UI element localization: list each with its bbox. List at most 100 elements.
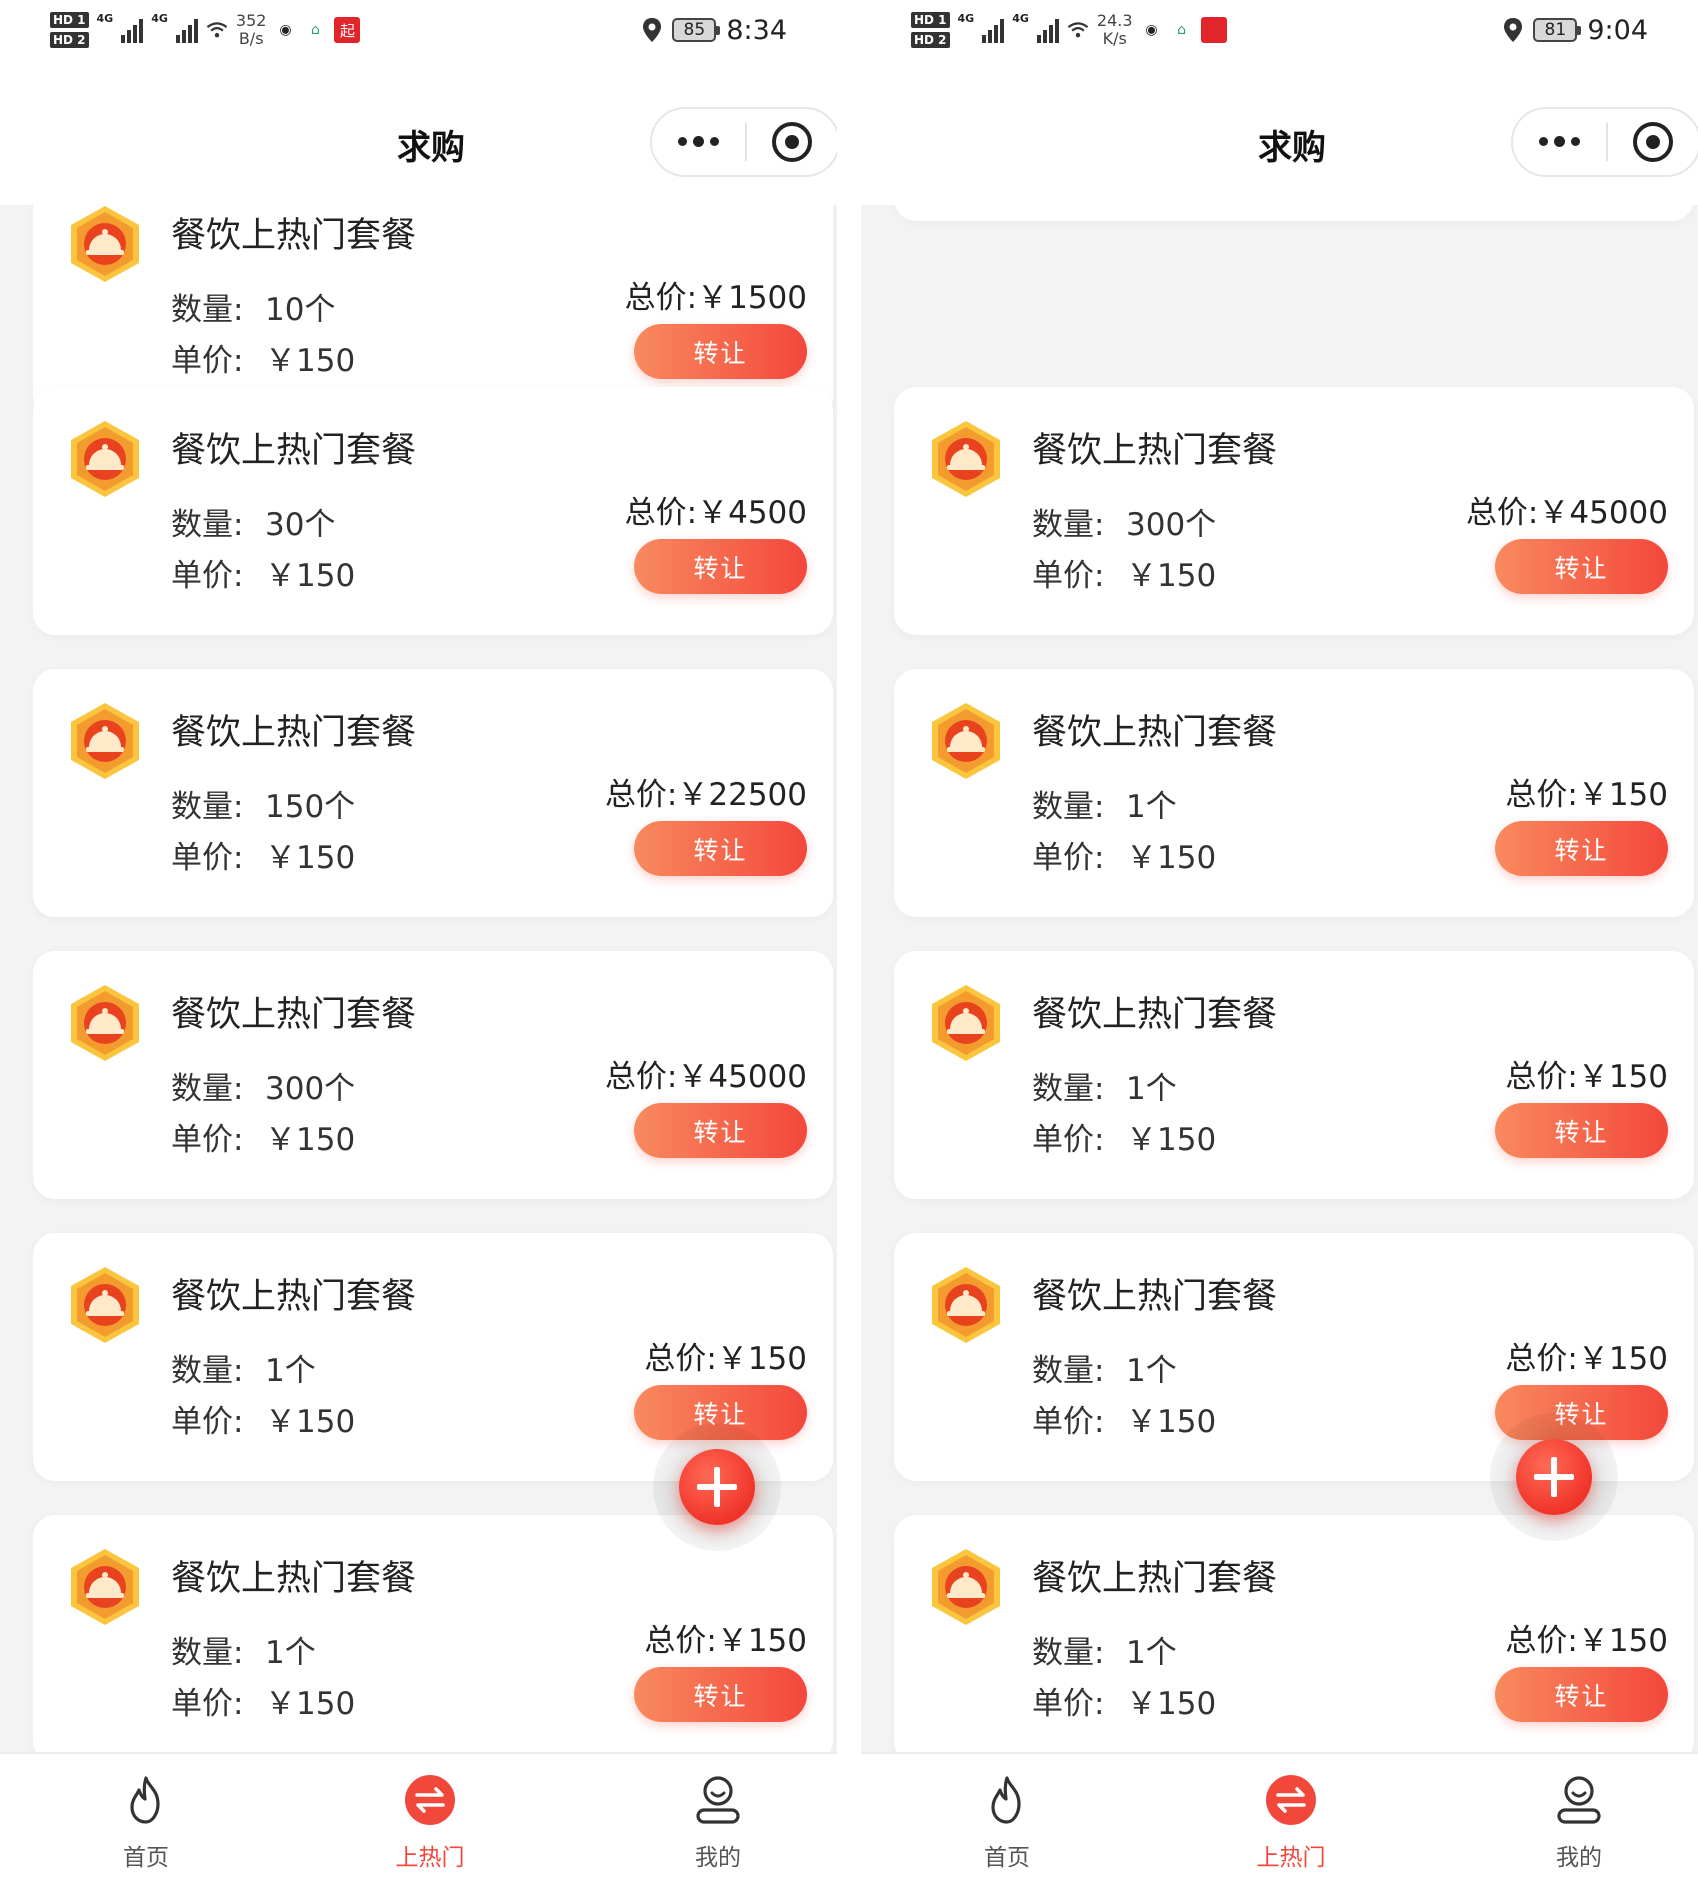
card-unit-price: 单价: ￥150: [1032, 1404, 1217, 1440]
location-icon: [1504, 18, 1523, 42]
food-cloche-badge-icon: [71, 421, 139, 497]
card-quantity: 数量: 1个: [1032, 1071, 1177, 1107]
fab-container: [1490, 1413, 1618, 1541]
card-quantity: 数量: 10个: [171, 292, 336, 328]
tab-mine[interactable]: 我的: [638, 1772, 798, 1872]
tab-hot-label: 上热门: [395, 1845, 465, 1871]
transfer-button[interactable]: 转让: [1495, 1667, 1668, 1722]
card-total-price: 总价:￥150: [1505, 1341, 1668, 1377]
transfer-button[interactable]: 转让: [1495, 539, 1668, 594]
tab-home-label: 首页: [984, 1845, 1030, 1871]
card-title: 餐饮上热门套餐: [171, 216, 417, 256]
signal-icon-2: [175, 17, 198, 43]
card-total-price: 总价:￥150: [644, 1341, 807, 1377]
purchase-card: 餐饮上热门套餐 数量: 300个 单价: ￥150 总价:￥45000 转让: [33, 951, 833, 1199]
flame-icon: [130, 1776, 160, 1824]
status-bar: HD 1 HD 2 4G 4G 352 B/s ◉ ⌂ 起 85 8:34: [0, 0, 837, 60]
card-total-price: 总价:￥4500: [624, 495, 807, 531]
home-app-icon: ⌂: [1177, 22, 1186, 38]
card-quantity: 数量: 1个: [1032, 1635, 1177, 1671]
hd2-label: HD 2: [50, 32, 89, 48]
card-total-price: 总价:￥1500: [624, 280, 807, 316]
hd1-label: HD 1: [50, 12, 89, 28]
tab-bar: 首页 上热门 我的: [0, 1752, 837, 1877]
card-total-price: 总价:￥150: [1505, 1623, 1668, 1659]
card-total-price: 总价:￥45000: [604, 1059, 807, 1095]
purchase-card: 餐饮上热门套餐 数量:150个 单价:￥150 总价:￥22500 转让: [33, 669, 833, 917]
purchase-card: 餐饮上热门套餐 数量: 1个 单价: ￥150 总价:￥150 转让: [894, 669, 1694, 917]
tab-hot[interactable]: 上热门: [1211, 1772, 1371, 1872]
more-icon[interactable]: [652, 136, 745, 147]
transfer-button[interactable]: 转让: [634, 1667, 807, 1722]
card-title: 餐饮上热门套餐: [171, 1277, 417, 1317]
network-type-label: 4G: [96, 12, 114, 25]
food-cloche-badge-icon: [932, 1549, 1000, 1625]
food-cloche-badge-icon: [71, 1267, 139, 1343]
status-bar: HD 1 HD 2 4G 4G 24.3 K/s ◉ ⌂ 81 9:04: [861, 0, 1698, 60]
network-type-label-2: 4G: [1012, 12, 1029, 25]
card-quantity: 数量: 300个: [1032, 507, 1217, 543]
add-plus-button[interactable]: [679, 1449, 755, 1525]
card-quantity: 数量: 30个: [171, 507, 336, 543]
card-title: 餐饮上热门套餐: [1032, 995, 1278, 1035]
hd-indicator: HD 1 HD 2: [50, 12, 89, 48]
network-type-label-2: 4G: [151, 12, 168, 25]
network-speed: 24.3 K/s: [1096, 11, 1133, 48]
card-quantity: 数量: 1个: [1032, 1353, 1177, 1389]
transfer-button[interactable]: 转让: [1495, 1103, 1668, 1158]
card-total-price: 总价:￥150: [1505, 1059, 1668, 1095]
transfer-button[interactable]: 转让: [634, 821, 807, 876]
card-quantity: 数量: 1个: [171, 1635, 316, 1671]
food-cloche-badge-icon: [71, 703, 139, 779]
card-title: 餐饮上热门套餐: [171, 1559, 417, 1599]
phone-screen-left: HD 1 HD 2 4G 4G 352B/s ◉ ⌂ 起 85 8:34 求购: [0, 0, 837, 1877]
wifi-icon: [206, 22, 228, 38]
phone-screen-right: HD 1 HD 2 4G 4G 24.3K/s ◉ ⌂ 81 9:04 求购: [861, 0, 1698, 1877]
hd1-label: HD 1: [911, 12, 950, 28]
transfer-button[interactable]: 转让: [634, 539, 807, 594]
tab-hot[interactable]: 上热门: [350, 1772, 510, 1872]
nav-header: 求购: [861, 60, 1698, 205]
shield-icon: ◉: [1145, 22, 1158, 38]
card-title: 餐饮上热门套餐: [171, 713, 417, 753]
add-plus-button[interactable]: [1516, 1439, 1592, 1515]
card-unit-price: 单价: ￥150: [171, 558, 356, 594]
tab-home-label: 首页: [123, 1845, 169, 1871]
card-total-price: 总价:￥45000: [1465, 495, 1668, 531]
purchase-card: 餐饮上热门套餐 数量: 300个 单价: ￥150 总价:￥45000 转让: [894, 387, 1694, 635]
tab-home[interactable]: 首页: [66, 1772, 226, 1872]
status-time: 8:34: [726, 14, 787, 46]
tab-mine[interactable]: 我的: [1499, 1772, 1659, 1872]
card-quantity: 数量: 300个: [171, 1071, 356, 1107]
food-cloche-badge-icon: [71, 206, 139, 282]
transfer-button[interactable]: 转让: [634, 324, 807, 379]
status-time: 9:04: [1587, 14, 1648, 46]
card-unit-price: 单价: ￥150: [1032, 558, 1217, 594]
close-mini-program-button[interactable]: [747, 122, 837, 162]
card-total-price: 总价:￥22500: [604, 777, 807, 813]
card-total-price: 总价:￥150: [1505, 777, 1668, 813]
shield-icon: ◉: [279, 22, 292, 38]
card-unit-price: 单价: ￥150: [171, 840, 356, 876]
card-title: 餐饮上热门套餐: [171, 431, 417, 471]
tab-home[interactable]: 首页: [927, 1772, 1087, 1872]
network-speed: 352 B/s: [235, 11, 267, 48]
swap-icon: [1266, 1775, 1316, 1825]
food-cloche-badge-icon: [932, 421, 1000, 497]
target-icon: [772, 122, 813, 162]
food-cloche-badge-icon: [932, 1267, 1000, 1343]
food-cloche-badge-icon: [71, 985, 139, 1061]
more-icon[interactable]: [1513, 136, 1606, 147]
purchase-card: 餐饮上热门套餐 数量: 30个 单价: ￥150 总价:￥4500 转让: [33, 387, 833, 635]
location-icon: [643, 18, 662, 42]
swap-icon: [405, 1775, 455, 1825]
card-total-price: 总价:￥150: [644, 1623, 807, 1659]
home-app-icon: ⌂: [311, 22, 320, 38]
user-icon: [696, 1776, 740, 1824]
close-mini-program-button[interactable]: [1608, 122, 1698, 162]
food-cloche-badge-icon: [932, 703, 1000, 779]
transfer-button[interactable]: 转让: [634, 1103, 807, 1158]
tab-bar: 首页 上热门 我的: [861, 1752, 1698, 1877]
mini-program-capsule: [650, 107, 837, 177]
transfer-button[interactable]: 转让: [1495, 821, 1668, 876]
